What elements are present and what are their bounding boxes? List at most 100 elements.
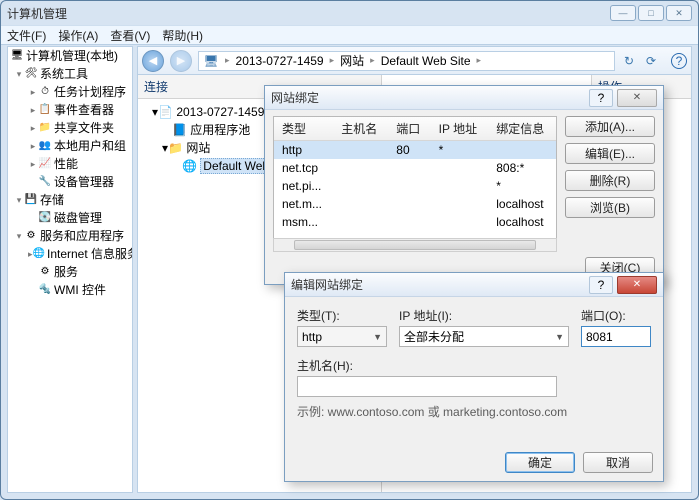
bindings-table[interactable]: 类型 主机名 端口 IP 地址 绑定信息 http80*net.tcp808:*… <box>273 116 557 246</box>
ok-button[interactable]: 确定 <box>505 452 575 473</box>
tools-icon: 🛠 <box>24 67 38 81</box>
cell-type: http <box>274 141 333 160</box>
crumb-host[interactable]: 2013-0727-1459 <box>236 54 324 68</box>
window-title: 计算机管理 <box>7 5 610 22</box>
help-icon[interactable]: ? <box>671 53 687 69</box>
cell-port <box>388 195 430 213</box>
col-host[interactable]: 主机名 <box>333 117 388 141</box>
edit-titlebar[interactable]: 编辑网站绑定 ? ✕ <box>285 273 663 297</box>
storage-icon: 💾 <box>24 193 38 207</box>
cell-host <box>333 141 388 160</box>
services-icon: ⚙ <box>24 229 38 243</box>
reload-icon[interactable]: ⟳ <box>643 53 659 69</box>
cell-ip <box>431 195 489 213</box>
nav-wmi[interactable]: WMI 控件 <box>54 282 106 298</box>
label-ip: IP 地址(I): <box>399 307 569 324</box>
cancel-button[interactable]: 取消 <box>583 452 653 473</box>
cell-type: net.tcp <box>274 159 333 177</box>
perf-icon: 📈 <box>38 157 52 171</box>
binding-row[interactable]: net.tcp808:* <box>274 159 556 177</box>
bindings-scrollbar[interactable] <box>273 238 557 252</box>
users-icon: 👥 <box>38 139 52 153</box>
mmc-nav-tree[interactable]: 🖥计算机管理(本地) ▾🛠系统工具 ▸⏱任务计划程序 ▸📋事件查看器 ▸📁共享文… <box>7 46 133 493</box>
device-icon: 🔧 <box>38 175 52 189</box>
computer-icon: 🖥 <box>10 49 24 63</box>
nav-services[interactable]: 服务 <box>54 264 78 280</box>
main-window: 计算机管理 — □ ✕ 文件(F) 操作(A) 查看(V) 帮助(H) 🖥计算机… <box>0 0 699 500</box>
back-button[interactable]: ◀ <box>142 50 164 72</box>
col-port[interactable]: 端口 <box>388 117 430 141</box>
host-input[interactable] <box>297 376 557 397</box>
taskscheduler-icon: ⏱ <box>38 85 52 99</box>
col-info[interactable]: 绑定信息 <box>488 117 556 141</box>
conn-apppools[interactable]: 应用程序池 <box>190 123 250 137</box>
ip-select[interactable]: 全部未分配▼ <box>399 326 569 347</box>
menu-view[interactable]: 查看(V) <box>110 27 150 44</box>
menu-file[interactable]: 文件(F) <box>7 27 46 44</box>
edit-help-button[interactable]: ? <box>589 276 613 294</box>
cell-ip <box>431 159 489 177</box>
type-select[interactable]: http▼ <box>297 326 387 347</box>
help-button[interactable]: ? <box>589 89 613 107</box>
bindings-titlebar[interactable]: 网站绑定 ? ✕ <box>265 86 663 110</box>
browse-button[interactable]: 浏览(B) <box>565 197 655 218</box>
site-bindings-dialog: 网站绑定 ? ✕ 类型 主机名 端口 IP 地址 绑定信息 http80*net… <box>264 85 664 285</box>
iis-manager: ◀ ▶ 🖥 ▸ 2013-0727-1459 ▸ 网站 ▸ Default We… <box>137 46 692 493</box>
port-value: 8081 <box>586 330 613 344</box>
cell-type: msm... <box>274 213 333 231</box>
cell-type: net.m... <box>274 195 333 213</box>
col-type[interactable]: 类型 <box>274 117 333 141</box>
service-icon: ⚙ <box>38 265 52 279</box>
menubar: 文件(F) 操作(A) 查看(V) 帮助(H) <box>1 25 698 45</box>
maximize-button[interactable]: □ <box>638 5 664 21</box>
address-bar: ◀ ▶ 🖥 ▸ 2013-0727-1459 ▸ 网站 ▸ Default We… <box>138 47 691 75</box>
remove-button[interactable]: 删除(R) <box>565 170 655 191</box>
nav-svc[interactable]: 服务和应用程序 <box>40 228 124 244</box>
crumb-site[interactable]: Default Web Site <box>381 54 471 68</box>
iis-icon: 🌐 <box>33 247 45 261</box>
add-button[interactable]: 添加(A)... <box>565 116 655 137</box>
cell-info: localhost <box>488 213 556 231</box>
nav-storage[interactable]: 存储 <box>40 192 64 208</box>
disk-icon: 💽 <box>38 211 52 225</box>
minimize-button[interactable]: — <box>610 5 636 21</box>
forward-button[interactable]: ▶ <box>170 50 192 72</box>
conn-sites[interactable]: 网站 <box>186 141 210 155</box>
port-input[interactable]: 8081 <box>581 326 651 347</box>
titlebar[interactable]: 计算机管理 — □ ✕ <box>1 1 698 25</box>
nav-root[interactable]: 计算机管理(本地) <box>26 48 118 64</box>
nav-task[interactable]: 任务计划程序 <box>54 84 126 100</box>
menu-action[interactable]: 操作(A) <box>58 27 98 44</box>
binding-row[interactable]: msm... localhost <box>274 213 556 231</box>
col-ip[interactable]: IP 地址 <box>431 117 489 141</box>
type-value: http <box>302 330 322 344</box>
label-host: 主机名(H): <box>297 357 651 374</box>
nav-users[interactable]: 本地用户和组 <box>54 138 126 154</box>
nav-sys[interactable]: 系统工具 <box>40 66 88 82</box>
crumb-sites[interactable]: 网站 <box>340 52 364 69</box>
cell-port <box>388 213 430 231</box>
server-icon: 🖥 <box>203 53 219 69</box>
nav-dev[interactable]: 设备管理器 <box>54 174 114 190</box>
binding-row[interactable]: http80* <box>274 141 556 160</box>
cell-info <box>488 141 556 160</box>
nav-iis[interactable]: Internet 信息服务(IIS)管理器 <box>47 246 133 262</box>
cell-host <box>333 159 388 177</box>
edit-title: 编辑网站绑定 <box>291 276 589 293</box>
label-type: 类型(T): <box>297 307 387 324</box>
cell-type: net.pi... <box>274 177 333 195</box>
edit-button[interactable]: 编辑(E)... <box>565 143 655 164</box>
menu-help[interactable]: 帮助(H) <box>162 27 203 44</box>
nav-perf[interactable]: 性能 <box>54 156 78 172</box>
breadcrumb[interactable]: 🖥 ▸ 2013-0727-1459 ▸ 网站 ▸ Default Web Si… <box>198 51 615 71</box>
refresh-icon[interactable]: ↻ <box>621 53 637 69</box>
cell-ip <box>431 177 489 195</box>
nav-share[interactable]: 共享文件夹 <box>54 120 114 136</box>
bindings-close-x[interactable]: ✕ <box>617 89 657 107</box>
binding-row[interactable]: net.pi...* <box>274 177 556 195</box>
nav-disk[interactable]: 磁盘管理 <box>54 210 102 226</box>
binding-row[interactable]: net.m...localhost <box>274 195 556 213</box>
close-button[interactable]: ✕ <box>666 5 692 21</box>
edit-close-x[interactable]: ✕ <box>617 276 657 294</box>
nav-event[interactable]: 事件查看器 <box>54 102 114 118</box>
